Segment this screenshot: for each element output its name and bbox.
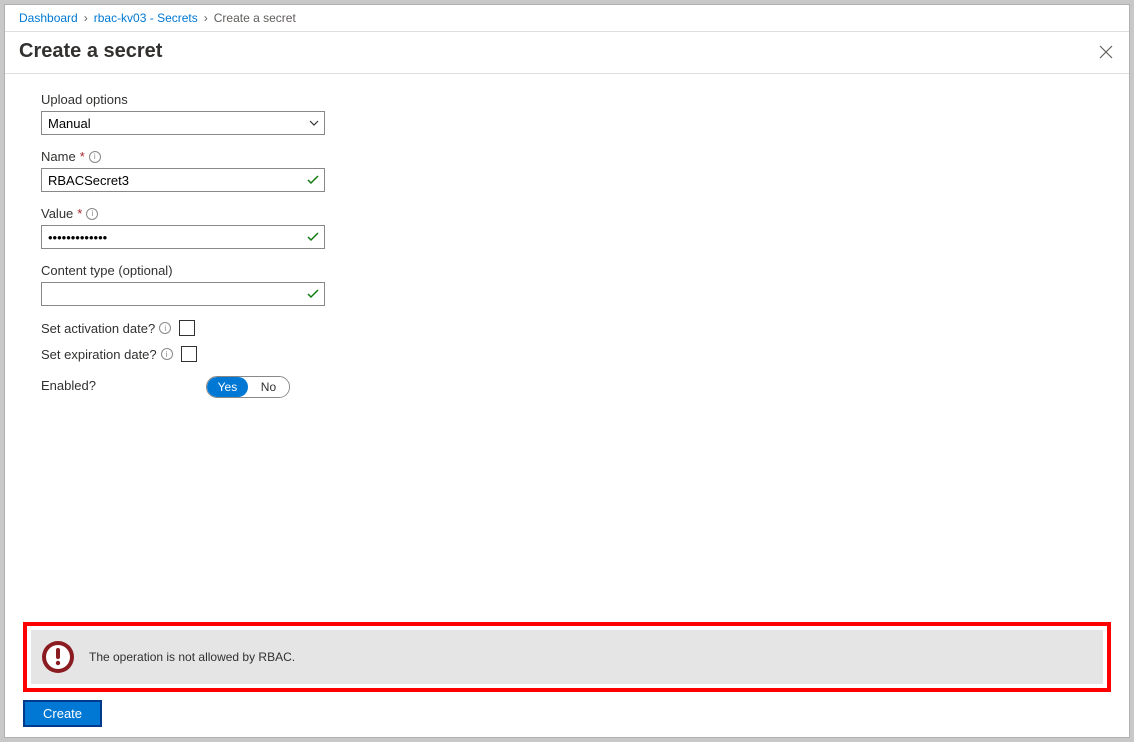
toggle-no[interactable]: No bbox=[248, 377, 289, 397]
label-enabled: Enabled? bbox=[41, 378, 96, 393]
label-activation-date: Set activation date? bbox=[41, 321, 155, 336]
error-banner: The operation is not allowed by RBAC. bbox=[31, 630, 1103, 684]
field-value: Value * i bbox=[41, 206, 1093, 249]
field-enabled: Enabled? Yes No bbox=[41, 376, 1093, 398]
name-input[interactable] bbox=[41, 168, 325, 192]
label-content-type: Content type (optional) bbox=[41, 263, 1093, 278]
create-secret-blade: Dashboard › rbac-kv03 - Secrets › Create… bbox=[4, 4, 1130, 738]
info-icon[interactable]: i bbox=[161, 348, 173, 360]
required-indicator: * bbox=[80, 149, 85, 164]
field-upload-options: Upload options Manual bbox=[41, 92, 1093, 135]
label-value: Value * i bbox=[41, 206, 1093, 221]
upload-options-select[interactable]: Manual bbox=[41, 111, 325, 135]
value-input[interactable] bbox=[41, 225, 325, 249]
activation-date-checkbox[interactable] bbox=[179, 320, 195, 336]
create-button[interactable]: Create bbox=[23, 700, 102, 727]
close-button[interactable] bbox=[1097, 43, 1115, 61]
info-icon[interactable]: i bbox=[159, 322, 171, 334]
chevron-right-icon: › bbox=[204, 11, 208, 25]
title-bar: Create a secret bbox=[5, 32, 1129, 74]
label-expiration-date: Set expiration date? bbox=[41, 347, 157, 362]
field-name: Name * i bbox=[41, 149, 1093, 192]
error-highlight: The operation is not allowed by RBAC. bbox=[23, 622, 1111, 692]
page-title: Create a secret bbox=[19, 40, 162, 63]
field-content-type: Content type (optional) bbox=[41, 263, 1093, 306]
breadcrumb-link-secrets[interactable]: rbac-kv03 - Secrets bbox=[94, 11, 198, 25]
label-upload-options: Upload options bbox=[41, 92, 1093, 107]
enabled-toggle[interactable]: Yes No bbox=[206, 376, 290, 398]
field-expiration-date: Set expiration date? i bbox=[41, 346, 1093, 362]
breadcrumb: Dashboard › rbac-kv03 - Secrets › Create… bbox=[5, 5, 1129, 32]
chevron-right-icon: › bbox=[84, 11, 88, 25]
error-icon bbox=[41, 640, 75, 674]
breadcrumb-link-dashboard[interactable]: Dashboard bbox=[19, 11, 78, 25]
footer: The operation is not allowed by RBAC. Cr… bbox=[5, 614, 1129, 737]
form-area: Upload options Manual Name * i Value bbox=[5, 74, 1129, 614]
content-type-input[interactable] bbox=[41, 282, 325, 306]
field-activation-date: Set activation date? i bbox=[41, 320, 1093, 336]
error-message: The operation is not allowed by RBAC. bbox=[89, 650, 295, 664]
toggle-yes[interactable]: Yes bbox=[207, 377, 248, 397]
info-icon[interactable]: i bbox=[86, 208, 98, 220]
required-indicator: * bbox=[77, 206, 82, 221]
expiration-date-checkbox[interactable] bbox=[181, 346, 197, 362]
label-name: Name * i bbox=[41, 149, 1093, 164]
info-icon[interactable]: i bbox=[89, 151, 101, 163]
breadcrumb-current: Create a secret bbox=[214, 11, 296, 25]
close-icon bbox=[1099, 45, 1113, 59]
